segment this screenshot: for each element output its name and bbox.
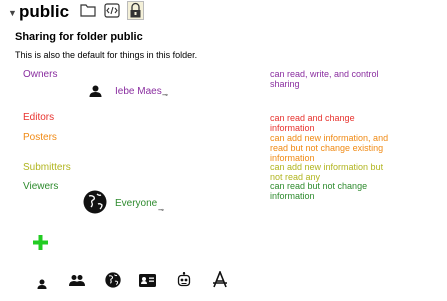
globe-icon[interactable] <box>105 272 121 293</box>
role-submitters-description: can add new information but not read any <box>270 162 384 182</box>
role-owners-description: can read, write, and control sharing <box>270 69 379 89</box>
folder-icon[interactable] <box>80 3 96 19</box>
globe-icon <box>83 190 107 219</box>
plus-icon[interactable] <box>33 235 48 255</box>
role-editors-description: can read and change information <box>270 113 355 133</box>
group-icon[interactable] <box>69 274 85 292</box>
viewer-member-name[interactable]: Everyone <box>115 198 157 209</box>
source-icon[interactable] <box>104 3 120 19</box>
person-icon <box>89 84 102 102</box>
app-store-icon[interactable] <box>212 269 228 293</box>
remove-member-icon[interactable]: ⊸ <box>162 91 168 99</box>
lock-icon[interactable] <box>127 1 144 20</box>
role-owners-label: Owners <box>23 69 58 80</box>
person-icon[interactable] <box>37 276 47 294</box>
role-submitters-label: Submitters <box>23 162 71 173</box>
role-editors-label: Editors <box>23 112 55 123</box>
remove-member-icon[interactable]: ⊸ <box>158 206 164 214</box>
robot-icon[interactable] <box>177 272 191 292</box>
folder-title: public <box>19 2 70 21</box>
role-posters-description: can add new information, and read but no… <box>270 133 389 163</box>
owner-member-name[interactable]: Iebe Maes <box>115 86 162 97</box>
sharing-heading: Sharing for folder public <box>15 31 143 43</box>
role-viewers-label: Viewers <box>23 181 59 192</box>
sharing-subtext: This is also the default for things in t… <box>15 50 198 60</box>
collapse-toggle-icon[interactable]: ▼ <box>8 8 17 18</box>
role-posters-label: Posters <box>23 132 57 143</box>
role-viewers-description: can read but not change information <box>270 181 368 201</box>
id-card-icon[interactable] <box>139 274 156 292</box>
